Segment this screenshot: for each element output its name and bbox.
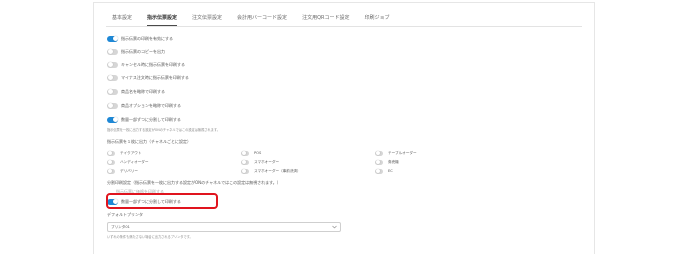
- table-order-toggle[interactable]: [375, 150, 383, 156]
- printer-select-value: プリンタ01: [111, 224, 130, 229]
- split-note: 指示伝票を一枚に出力する設定がONのチャネルではこの設定は無視されます。: [107, 128, 220, 132]
- print-enable-toggle[interactable]: [107, 35, 118, 42]
- channel-label: スマホオーダー: [254, 159, 280, 164]
- ec-toggle[interactable]: [375, 168, 383, 174]
- setting-short-option-name: 商品オプションを略称で印刷する: [107, 101, 181, 110]
- channel-label: スマホオーダー（事前決済）: [254, 168, 301, 173]
- channel-label: EC: [388, 169, 393, 173]
- channel-label: テイクアウト: [120, 150, 142, 155]
- channel-handy-order: ハンディオーダー: [107, 158, 149, 166]
- channel-label: デリバリー: [120, 168, 138, 173]
- channel-ec: EC: [375, 167, 393, 175]
- setting-label: マイナス注文時に指示伝票を印刷する: [121, 74, 189, 80]
- setting-label: 商品オプションを略称で印刷する: [121, 102, 181, 108]
- split-quantity-toggle[interactable]: [107, 116, 118, 123]
- pos-toggle[interactable]: [241, 150, 249, 156]
- channel-grid: テイクアウト POS テーブルオーダー ハンディオーダー スマホオーダー 券売機…: [107, 149, 447, 176]
- print-copy-toggle[interactable]: [107, 48, 118, 55]
- setting-print-copy: 指示伝票のコピーを出力: [107, 47, 165, 56]
- setting-label: 指示伝票の印刷を有効にする: [121, 35, 174, 41]
- setting-print-on-cancel: キャンセル時に指示伝票を印刷する: [107, 60, 185, 69]
- tab-bar: 基本設定 指示伝票設定 注文伝票設定 会計用バーコード設定 注文用QRコード設定…: [112, 14, 405, 26]
- channel-smartphone-prepaid: スマホオーダー（事前決済）: [241, 167, 301, 175]
- channel-label: テーブルオーダー: [388, 150, 417, 155]
- tab-order-qr[interactable]: 注文用QRコード設定: [302, 14, 349, 26]
- channel-label: POS: [254, 151, 262, 155]
- printer-select[interactable]: プリンタ01: [107, 222, 341, 232]
- split-print-title: 分割印刷設定（指示伝票を一枚に出力する設定がONのチャネルではこの設定は無視され…: [107, 180, 281, 185]
- setting-label: キャンセル時に指示伝票を印刷する: [121, 61, 185, 67]
- tab-checkout-barcode[interactable]: 会計用バーコード設定: [237, 14, 287, 26]
- ticket-machine-toggle[interactable]: [375, 159, 383, 165]
- channel-label: ハンディオーダー: [120, 159, 149, 164]
- tab-basic[interactable]: 基本設定: [112, 14, 132, 26]
- smartphone-prepaid-toggle[interactable]: [241, 168, 249, 174]
- short-option-name-toggle[interactable]: [107, 102, 118, 109]
- channel-smartphone-order: スマホオーダー: [241, 158, 279, 166]
- channel-pos: POS: [241, 149, 261, 157]
- tab-print-jobs[interactable]: 印刷ジョブ: [364, 14, 389, 26]
- highlight-frame: [106, 193, 218, 209]
- default-printer-label: デフォルトプリンタ: [107, 212, 143, 217]
- delivery-toggle[interactable]: [107, 168, 115, 174]
- single-sheet-title: 指示伝票を１枚に出力（チャネルごとに設定）: [107, 139, 191, 144]
- setting-label: 指示伝票のコピーを出力: [121, 48, 165, 54]
- settings-panel: 基本設定 指示伝票設定 注文伝票設定 会計用バーコード設定 注文用QRコード設定…: [93, 2, 595, 254]
- handy-order-toggle[interactable]: [107, 159, 115, 165]
- setting-label: 商品名を略称で印刷する: [121, 88, 165, 94]
- smartphone-order-toggle[interactable]: [241, 159, 249, 165]
- channel-table-order: テーブルオーダー: [375, 149, 417, 157]
- setting-label: 数量一部ずつに分割して印刷する: [121, 116, 181, 122]
- setting-short-product-name: 商品名を略称で印刷する: [107, 87, 165, 96]
- print-on-cancel-toggle[interactable]: [107, 61, 118, 68]
- takeout-toggle[interactable]: [107, 150, 115, 156]
- tab-instruction-slip[interactable]: 指示伝票設定: [147, 14, 178, 26]
- print-on-minus-toggle[interactable]: [107, 74, 118, 81]
- channel-takeout: テイクアウト: [107, 149, 142, 157]
- channel-label: 券売機: [388, 159, 399, 164]
- setting-print-enable: 指示伝票の印刷を有効にする: [107, 34, 173, 43]
- setting-print-on-minus: マイナス注文時に指示伝票を印刷する: [107, 73, 189, 82]
- tab-divider: [106, 26, 582, 27]
- tab-order-slip[interactable]: 注文伝票設定: [192, 14, 222, 26]
- setting-split-quantity: 数量一部ずつに分割して印刷する: [107, 115, 181, 124]
- chevron-down-icon: [332, 225, 337, 229]
- channel-ticket-machine: 券売機: [375, 158, 399, 166]
- short-product-name-toggle[interactable]: [107, 88, 118, 95]
- channel-delivery: デリバリー: [107, 167, 138, 175]
- printer-help-text: いずれの条件も満たさない場合に出力されるプリンタです。: [107, 235, 193, 239]
